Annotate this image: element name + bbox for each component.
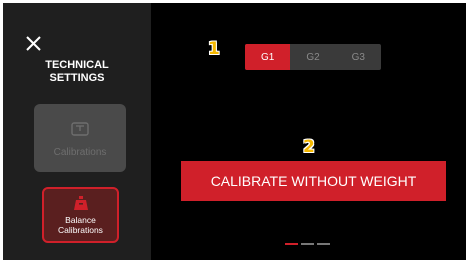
- sidebar: TECHNICAL SETTINGS Calibrations Balance …: [3, 3, 151, 260]
- group-option-g2[interactable]: G2: [290, 44, 335, 70]
- group-option-g3[interactable]: G3: [336, 44, 381, 70]
- sidebar-title: TECHNICAL SETTINGS: [45, 59, 109, 84]
- sidebar-item-label: Calibrations: [53, 147, 107, 158]
- scale-tray-icon: [70, 121, 90, 140]
- sidebar-item-label: Balance Calibrations: [58, 215, 103, 235]
- sidebar-item-calibrations[interactable]: Calibrations: [34, 104, 126, 172]
- group-selector: G1 G2 G3: [245, 44, 381, 70]
- close-icon: [26, 36, 41, 51]
- page-dot[interactable]: [285, 243, 298, 245]
- group-option-g1[interactable]: G1: [245, 44, 291, 70]
- page-indicator: [285, 243, 330, 245]
- screen: TECHNICAL SETTINGS Calibrations Balance …: [3, 3, 466, 260]
- page-dot[interactable]: [317, 243, 330, 245]
- sidebar-item-balance-calibrations[interactable]: Balance Calibrations: [42, 187, 119, 243]
- balance-weight-icon: [73, 195, 89, 213]
- step-number-1: 1: [208, 39, 220, 59]
- page-dot[interactable]: [301, 243, 314, 245]
- close-button[interactable]: [23, 33, 45, 55]
- calibrate-without-weight-button[interactable]: CALIBRATE WITHOUT WEIGHT: [181, 161, 446, 201]
- step-number-2: 2: [303, 137, 315, 157]
